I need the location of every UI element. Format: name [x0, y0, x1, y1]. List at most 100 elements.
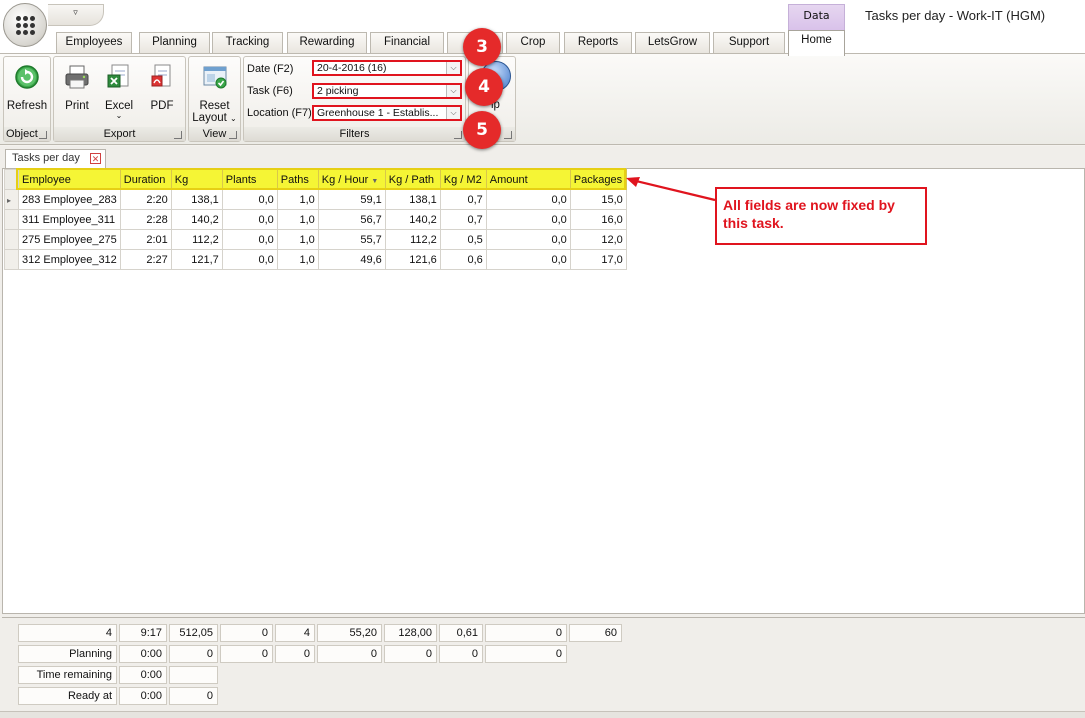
cell-kg-per-path[interactable]: 121,6 [384, 249, 441, 270]
cell-amount[interactable]: 0,0 [485, 209, 571, 230]
cell-packages[interactable]: 17,0 [569, 249, 627, 270]
reset-label: Reset [199, 100, 230, 112]
cell-employee[interactable]: 311 Employee_311 [18, 209, 121, 230]
ready-at-duration: 0:00 [119, 687, 167, 705]
tab-employees[interactable]: Employees [56, 32, 132, 53]
column-header-employee[interactable]: Employee [18, 169, 121, 190]
cell-kg[interactable]: 112,2 [170, 229, 223, 250]
cell-packages[interactable]: 16,0 [569, 209, 627, 230]
tab-financial[interactable]: Financial [370, 32, 444, 53]
tab-support[interactable]: Support [713, 32, 785, 53]
excel-dropdown-icon[interactable]: ⌄ [99, 112, 139, 120]
tab-crop[interactable]: Crop [506, 32, 560, 53]
cell-duration[interactable]: 2:01 [119, 229, 172, 250]
cell-plants[interactable]: 0,0 [221, 249, 278, 270]
context-tab-data[interactable]: Data [788, 4, 845, 30]
cell-employee[interactable]: 312 Employee_312 [18, 249, 121, 270]
column-header-kg-per-hour[interactable]: Kg / Hour ▼ [317, 169, 386, 190]
total-employees: 4 [18, 624, 117, 642]
cell-kg-per-path[interactable]: 140,2 [384, 209, 441, 230]
cell-kg-per-hour[interactable]: 59,1 [317, 189, 386, 210]
column-header-kg-per-path[interactable]: Kg / Path [384, 169, 441, 190]
print-button[interactable]: Print [57, 63, 97, 112]
tab-home[interactable]: Home [788, 30, 845, 56]
chevron-down-icon[interactable]: ⌵ [446, 62, 460, 74]
tab-reports[interactable]: Reports [564, 32, 632, 53]
column-header-duration[interactable]: Duration [119, 169, 172, 190]
cell-paths[interactable]: 1,0 [276, 209, 319, 230]
cell-kg-per-path[interactable]: 112,2 [384, 229, 441, 250]
dialog-launcher-icon[interactable] [504, 131, 512, 139]
cell-plants[interactable]: 0,0 [221, 189, 278, 210]
task-filter-label: Task (F6) [247, 85, 293, 97]
quick-access-toolbar-dropdown[interactable]: ▿ [48, 4, 104, 26]
application-menu-button[interactable] [3, 3, 47, 47]
column-header-plants[interactable]: Plants [221, 169, 278, 190]
table-row[interactable]: 311 Employee_311 2:28 140,2 0,0 1,0 56,7… [4, 209, 627, 230]
cell-packages[interactable]: 15,0 [569, 189, 627, 210]
location-filter-combo[interactable]: Greenhouse 1 - Establis... ⌵ [312, 105, 462, 121]
cell-kg[interactable]: 140,2 [170, 209, 223, 230]
cell-kg-per-m2[interactable]: 0,7 [439, 189, 487, 210]
column-header-packages[interactable]: Packages [569, 169, 627, 190]
tab-tracking[interactable]: Tracking [212, 32, 283, 53]
cell-paths[interactable]: 1,0 [276, 249, 319, 270]
dialog-launcher-icon[interactable] [39, 131, 47, 139]
step-badge-3: 3 [463, 28, 501, 66]
row-selector[interactable]: ▸ [4, 189, 19, 210]
cell-kg-per-m2[interactable]: 0,5 [439, 229, 487, 250]
column-header-kg-per-m2[interactable]: Kg / M2 [439, 169, 487, 190]
cell-paths[interactable]: 1,0 [276, 189, 319, 210]
tab-letsgrow[interactable]: LetsGrow [635, 32, 710, 53]
table-row[interactable]: ▸ 283 Employee_283 2:20 138,1 0,0 1,0 59… [4, 189, 627, 210]
chevron-down-icon[interactable]: ⌵ [446, 85, 460, 97]
dialog-launcher-icon[interactable] [454, 131, 462, 139]
cell-kg-per-hour[interactable]: 49,6 [317, 249, 386, 270]
pdf-button[interactable]: PDF [142, 63, 182, 112]
cell-amount[interactable]: 0,0 [485, 249, 571, 270]
table-row[interactable]: 275 Employee_275 2:01 112,2 0,0 1,0 55,7… [4, 229, 627, 250]
cell-duration[interactable]: 2:20 [119, 189, 172, 210]
row-selector[interactable] [4, 209, 19, 230]
row-selector[interactable] [4, 229, 19, 250]
column-header-amount[interactable]: Amount [485, 169, 571, 190]
close-icon[interactable]: ✕ [90, 153, 101, 164]
app-menu-icon [16, 16, 36, 36]
cell-employee[interactable]: 283 Employee_283 [18, 189, 121, 210]
cell-amount[interactable]: 0,0 [485, 229, 571, 250]
row-selector[interactable] [4, 249, 19, 270]
tab-planning[interactable]: Planning [139, 32, 210, 53]
cell-amount[interactable]: 0,0 [485, 189, 571, 210]
dialog-launcher-icon[interactable] [229, 131, 237, 139]
total-kg-per-hour: 55,20 [317, 624, 382, 642]
cell-kg[interactable]: 121,7 [170, 249, 223, 270]
column-header-kg[interactable]: Kg [170, 169, 223, 190]
table-row[interactable]: 312 Employee_312 2:27 121,7 0,0 1,0 49,6… [4, 249, 627, 270]
ribbon-group-export: Print Excel ⌄ PDF Export [53, 56, 186, 142]
cell-plants[interactable]: 0,0 [221, 229, 278, 250]
cell-kg-per-m2[interactable]: 0,7 [439, 209, 487, 230]
tab-rewarding[interactable]: Rewarding [287, 32, 367, 53]
chevron-down-icon[interactable]: ⌵ [446, 107, 460, 119]
document-tab-tasks-per-day[interactable]: Tasks per day ✕ [5, 149, 106, 169]
column-header-paths[interactable]: Paths [276, 169, 319, 190]
cell-employee[interactable]: 275 Employee_275 [18, 229, 121, 250]
cell-paths[interactable]: 1,0 [276, 229, 319, 250]
cell-kg-per-path[interactable]: 138,1 [384, 189, 441, 210]
refresh-button[interactable]: Refresh [4, 63, 50, 112]
cell-kg-per-m2[interactable]: 0,6 [439, 249, 487, 270]
cell-duration[interactable]: 2:28 [119, 209, 172, 230]
cell-kg-per-hour[interactable]: 56,7 [317, 209, 386, 230]
task-filter-combo[interactable]: 2 picking ⌵ [312, 83, 462, 99]
dialog-launcher-icon[interactable] [174, 131, 182, 139]
chevron-down-icon[interactable]: ⌄ [230, 114, 237, 123]
cell-packages[interactable]: 12,0 [569, 229, 627, 250]
reset-layout-button[interactable]: Reset Layout ⌄ [189, 63, 240, 125]
cell-plants[interactable]: 0,0 [221, 209, 278, 230]
cell-duration[interactable]: 2:27 [119, 249, 172, 270]
printer-icon [65, 65, 89, 89]
cell-kg-per-hour[interactable]: 55,7 [317, 229, 386, 250]
excel-button[interactable]: Excel ⌄ [99, 63, 139, 120]
date-filter-combo[interactable]: 20-4-2016 (16) ⌵ [312, 60, 462, 76]
cell-kg[interactable]: 138,1 [170, 189, 223, 210]
